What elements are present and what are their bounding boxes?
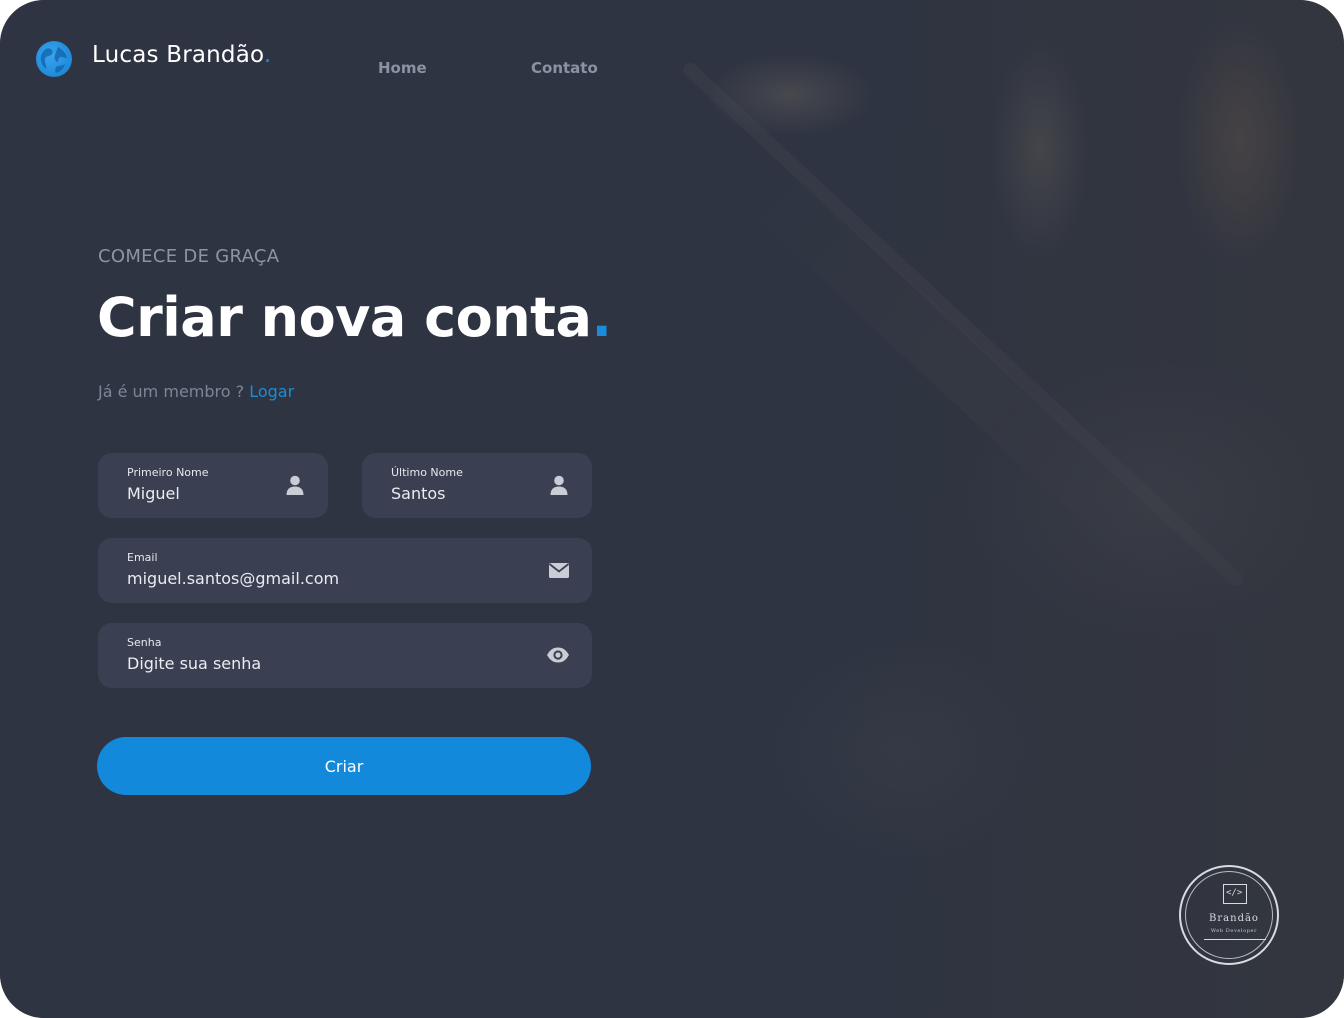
code-icon: </> <box>1223 884 1247 904</box>
member-prompt: Já é um membro ? Logar <box>98 382 294 401</box>
password-label: Senha <box>127 636 162 649</box>
globe-icon[interactable] <box>36 41 72 77</box>
seal-divider <box>1204 939 1266 940</box>
last-name-label: Último Nome <box>391 466 463 479</box>
password-input[interactable] <box>127 654 507 673</box>
email-field[interactable]: Email <box>98 538 592 603</box>
envelope-icon <box>548 563 570 578</box>
first-name-field[interactable]: Primeiro Nome <box>98 453 328 518</box>
user-icon <box>550 475 568 495</box>
eye-icon[interactable] <box>546 644 570 666</box>
email-label: Email <box>127 551 158 564</box>
member-text: Já é um membro ? <box>98 382 250 401</box>
seal-subtitle: Web Developer <box>1210 928 1258 934</box>
last-name-input[interactable] <box>391 484 541 503</box>
brand-name[interactable]: Lucas Brandão. <box>92 42 271 68</box>
seal-ring: </> Brandão Web Developer <box>1185 871 1273 959</box>
create-account-button[interactable]: Criar <box>97 737 591 795</box>
eyebrow-text: COMECE DE GRAÇA <box>98 246 280 267</box>
brandao-seal: </> Brandão Web Developer <box>1179 865 1279 965</box>
email-input[interactable] <box>127 569 507 588</box>
nav-contato[interactable]: Contato <box>531 59 598 77</box>
nav-home[interactable]: Home <box>378 59 427 77</box>
page-title: Criar nova conta. <box>97 286 612 349</box>
page-frame: Lucas Brandão. Home Contato COMECE DE GR… <box>0 0 1344 1018</box>
login-link[interactable]: Logar <box>249 382 294 401</box>
last-name-field[interactable]: Último Nome <box>362 453 592 518</box>
seal-name: Brandão <box>1209 913 1259 924</box>
password-field[interactable]: Senha <box>98 623 592 688</box>
first-name-label: Primeiro Nome <box>127 466 209 479</box>
first-name-input[interactable] <box>127 484 277 503</box>
user-icon <box>286 475 304 495</box>
